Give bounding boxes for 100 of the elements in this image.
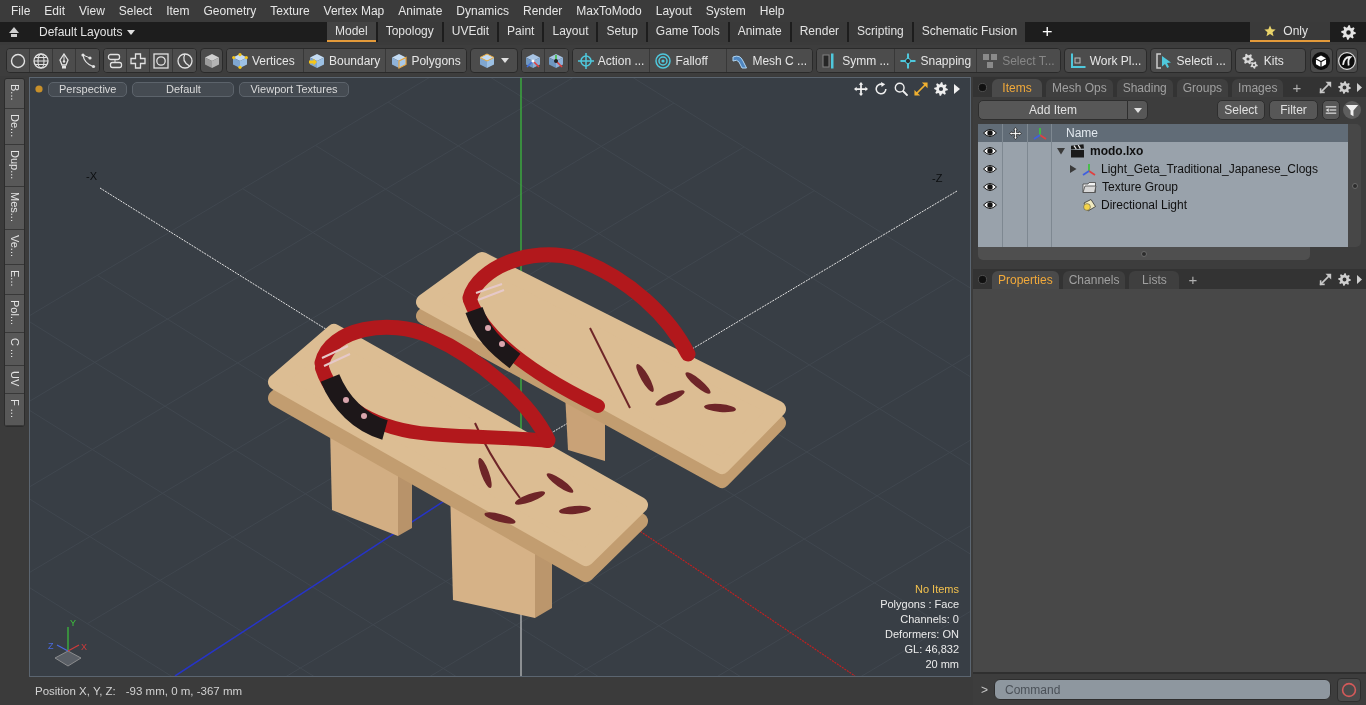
menu-item[interactable]: Vertex Map	[316, 0, 392, 22]
tool-panel-tab[interactable]: E...	[5, 265, 24, 295]
menu-item[interactable]: View	[72, 0, 112, 22]
up-arrow-icon[interactable]	[8, 26, 20, 38]
panel-tab[interactable]: Properties	[992, 271, 1059, 289]
panel-tab[interactable]: Items	[992, 79, 1042, 97]
panel-tab[interactable]: Lists	[1129, 271, 1180, 289]
tool-panel-tab[interactable]: Ve...	[5, 230, 24, 266]
layouts-dropdown[interactable]: Default Layouts	[39, 25, 136, 39]
tool-panel-tab[interactable]: De...	[5, 108, 24, 145]
settings-icon[interactable]	[934, 82, 948, 96]
menu-item[interactable]: System	[698, 0, 753, 22]
panel-tab[interactable]: Shading	[1116, 79, 1173, 97]
settings-icon[interactable]	[1338, 80, 1351, 94]
funnel-button[interactable]	[1343, 101, 1361, 119]
tool-panel-tab[interactable]: C ...	[5, 332, 24, 366]
menu-item[interactable]: Geometry	[196, 0, 264, 22]
viewport-option-button[interactable]: Perspective	[48, 81, 128, 97]
viewport-option-button[interactable]: Viewport Textures	[239, 81, 349, 97]
vertical-scrollbar[interactable]	[1348, 124, 1361, 247]
panel-tab[interactable]: Mesh Ops	[1046, 79, 1113, 97]
horizontal-scrollbar[interactable]	[978, 247, 1310, 260]
layout-tab[interactable]: Schematic Fusion	[913, 22, 1026, 42]
square-tool-button[interactable]	[150, 49, 173, 72]
maximize-icon[interactable]	[914, 82, 928, 96]
tree-item[interactable]: modo.lxo	[1090, 144, 1144, 158]
tool-panel-tab[interactable]: B...	[5, 79, 24, 109]
menu-item[interactable]: Select	[111, 0, 160, 22]
tree-item[interactable]: Light_Geta_Traditional_Japanese_Clogs	[1101, 162, 1319, 176]
layout-tab[interactable]: Animate	[729, 22, 790, 42]
menu-item[interactable]: Animate	[391, 0, 450, 22]
tree-item[interactable]: Texture Group	[1102, 180, 1179, 194]
menu-item[interactable]: Render	[516, 0, 570, 22]
triangle-down-icon[interactable]	[1057, 147, 1065, 155]
menu-item[interactable]: Texture	[263, 0, 317, 22]
menu-item[interactable]: Item	[159, 0, 197, 22]
add-item-button[interactable]: Add Item	[978, 100, 1128, 120]
tool-button[interactable]: Symm ...	[817, 49, 896, 72]
menu-item[interactable]: Layout	[648, 0, 699, 22]
tool-panel-tab[interactable]: Mes...	[5, 187, 24, 231]
eye-icon[interactable]	[983, 145, 997, 157]
eye-icon[interactable]	[983, 181, 997, 193]
settings-icon[interactable]	[1338, 272, 1351, 286]
layout-tab[interactable]: Game Tools	[647, 22, 728, 42]
caret-icon[interactable]	[954, 84, 960, 94]
triangle-right-icon[interactable]	[1069, 165, 1077, 173]
stack-tool-button[interactable]	[104, 49, 127, 72]
record-button[interactable]	[1337, 677, 1361, 702]
expand-icon[interactable]	[1319, 272, 1332, 286]
menu-item[interactable]: Dynamics	[449, 0, 516, 22]
tool-button[interactable]: Selecti ...	[1150, 48, 1232, 73]
cube-menu-button[interactable]	[469, 48, 518, 73]
panel-tab[interactable]: Channels	[1062, 271, 1126, 289]
list-options-button[interactable]	[1322, 100, 1340, 120]
layout-tab[interactable]: Topology	[377, 22, 442, 42]
tool-button[interactable]: Work Pl...	[1063, 48, 1148, 73]
caret-icon[interactable]	[1357, 274, 1362, 284]
move-icon[interactable]	[854, 82, 868, 96]
caret-icon[interactable]	[1357, 82, 1362, 92]
tool-button[interactable]: Action ...	[572, 49, 651, 72]
expand-icon[interactable]	[1319, 80, 1332, 94]
layout-tab[interactable]: Model	[327, 22, 376, 42]
filter-button[interactable]: Filter	[1269, 100, 1318, 120]
panel-dot-icon[interactable]	[978, 275, 987, 284]
eye-icon[interactable]	[983, 199, 997, 211]
add-item-dropdown-button[interactable]	[1128, 100, 1148, 120]
kits-button[interactable]: Kits	[1234, 48, 1307, 73]
tool-panel-tab[interactable]: Dup...	[5, 144, 24, 188]
menu-item[interactable]: Help	[752, 0, 792, 22]
add-tab-button[interactable]: +	[1183, 270, 1203, 288]
menu-item[interactable]: MaxToModo	[569, 0, 649, 22]
status-dot-icon[interactable]	[35, 85, 43, 93]
cube-tool-button[interactable]	[200, 48, 223, 73]
panel-tab[interactable]: Images	[1232, 79, 1284, 97]
command-field[interactable]: Command	[994, 679, 1331, 700]
layout-tab[interactable]: Paint	[499, 22, 543, 42]
tool-panel-tab[interactable]: UV	[5, 365, 24, 395]
menu-item[interactable]: File	[4, 0, 38, 22]
layout-tab[interactable]: Render	[791, 22, 848, 42]
layout-tab[interactable]: Setup	[598, 22, 646, 42]
eye-icon[interactable]	[983, 163, 997, 175]
tree-item[interactable]: Directional Light	[1101, 198, 1188, 212]
selection-mode-button[interactable]: Vertices	[227, 49, 304, 72]
layout-tab[interactable]: Layout	[544, 22, 597, 42]
circle-tool-button[interactable]	[7, 49, 30, 72]
layout-tab[interactable]: Scripting	[849, 22, 912, 42]
panel-dot-icon[interactable]	[978, 83, 987, 92]
panel-tab[interactable]: Groups	[1176, 79, 1229, 97]
viewport-option-button[interactable]: Default	[132, 81, 235, 97]
emblem-button[interactable]	[1335, 48, 1358, 73]
menu-item[interactable]: Edit	[37, 0, 73, 22]
cube-badge-button[interactable]	[1310, 48, 1333, 73]
select-button[interactable]: Select	[1217, 100, 1265, 120]
globe-tool-button[interactable]	[30, 49, 53, 72]
tool-panel-tab[interactable]: Pol...	[5, 294, 24, 333]
gizmo-tool-button[interactable]	[521, 49, 545, 72]
layout-tab[interactable]: UVEdit	[443, 22, 498, 42]
only-toggle[interactable]: Only	[1250, 22, 1330, 42]
add-tab-button[interactable]: +	[1034, 22, 1061, 42]
tool-panel-tab[interactable]: F ...	[5, 394, 24, 427]
